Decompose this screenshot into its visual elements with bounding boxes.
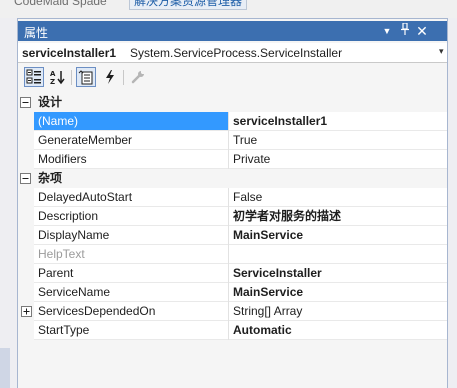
properties-button[interactable] [76, 67, 96, 87]
property-name[interactable]: HelpText [34, 245, 228, 264]
property-row-parent[interactable]: Parent ServiceInstaller [18, 264, 447, 283]
property-row-modifiers[interactable]: Modifiers Private [18, 150, 447, 169]
property-row-servicename[interactable]: ServiceName MainService [18, 283, 447, 302]
property-row-displayname[interactable]: DisplayName MainService [18, 226, 447, 245]
selected-object-type: System.ServiceProcess.ServiceInstaller [130, 46, 343, 60]
property-name[interactable]: ServicesDependedOn [34, 302, 228, 321]
right-dock-gutter [448, 18, 457, 388]
property-row-helptext[interactable]: HelpText [18, 245, 447, 264]
object-selector-combobox[interactable]: serviceInstaller1 System.ServiceProcess.… [18, 43, 447, 63]
property-value[interactable]: serviceInstaller1 [229, 112, 447, 131]
row-gutter [18, 245, 34, 264]
property-row-delayedautostart[interactable]: DelayedAutoStart False [18, 188, 447, 207]
pin-icon[interactable] [398, 22, 412, 39]
properties-icon [78, 70, 93, 85]
left-dock-tab[interactable] [0, 348, 10, 388]
property-name[interactable]: (Name) [34, 112, 228, 131]
close-icon[interactable]: ✕ [415, 23, 429, 39]
category-label: 设计 [38, 95, 63, 109]
wrench-icon [131, 71, 144, 84]
property-row-servicesdependedon[interactable]: ServicesDependedOn String[] Array [18, 302, 447, 321]
property-row-generatemember[interactable]: GenerateMember True [18, 131, 447, 150]
expand-icon[interactable] [21, 306, 32, 317]
category-design[interactable]: 设计 [18, 93, 447, 112]
window-position-dropdown-icon[interactable]: ▼ [380, 23, 394, 39]
toolbar-separator [71, 70, 72, 85]
property-value[interactable]: MainService [229, 283, 447, 302]
property-row-name[interactable]: (Name) serviceInstaller1 [18, 112, 447, 131]
row-gutter [18, 188, 34, 207]
row-gutter [18, 321, 34, 340]
category-label: 杂项 [38, 171, 63, 185]
chevron-down-icon[interactable]: ▾ [439, 46, 444, 57]
property-name[interactable]: Description [34, 207, 228, 226]
svg-text:A: A [50, 70, 56, 78]
property-name[interactable]: DelayedAutoStart [34, 188, 228, 207]
property-name[interactable]: GenerateMember [34, 131, 228, 150]
collapse-icon[interactable] [20, 97, 31, 108]
property-value[interactable]: String[] Array [229, 302, 447, 321]
property-row-starttype[interactable]: StartType Automatic [18, 321, 447, 340]
document-tab-strip: CodeMaid Spade 解决方案资源管理器 [0, 0, 457, 18]
property-value[interactable]: Automatic [229, 321, 447, 340]
description-area [18, 348, 447, 388]
property-value[interactable]: MainService [229, 226, 447, 245]
toolbar-separator [123, 70, 124, 85]
collapse-icon[interactable] [20, 173, 31, 184]
property-value[interactable]: True [229, 131, 447, 150]
property-value[interactable]: False [229, 188, 447, 207]
tab-codemaid-spade[interactable]: CodeMaid Spade [10, 0, 111, 10]
svg-text:Z: Z [50, 78, 55, 85]
property-pages-button[interactable] [128, 67, 148, 87]
row-gutter [18, 283, 34, 302]
categorized-icon [26, 69, 41, 84]
property-value[interactable]: 初学者对服务的描述 [229, 207, 447, 226]
category-misc[interactable]: 杂项 [18, 169, 447, 188]
alphabetical-sort-icon: A Z [50, 70, 65, 85]
properties-window: 属性 ▼ ✕ serviceInstaller1 System.ServiceP… [17, 18, 448, 388]
categorized-button[interactable] [24, 67, 44, 87]
property-name[interactable]: Modifiers [34, 150, 228, 169]
property-value[interactable]: ServiceInstaller [229, 264, 447, 283]
events-lightning-icon [106, 70, 114, 84]
property-row-description[interactable]: Description 初学者对服务的描述 [18, 207, 447, 226]
row-gutter [18, 207, 34, 226]
properties-title-bar[interactable]: 属性 ▼ ✕ [18, 21, 447, 41]
property-name[interactable]: ServiceName [34, 283, 228, 302]
left-dock-gutter [0, 18, 17, 388]
property-value [229, 245, 447, 264]
property-grid: 设计 (Name) serviceInstaller1 GenerateMemb… [18, 93, 447, 340]
tab-solution-explorer[interactable]: 解决方案资源管理器 [129, 0, 248, 10]
property-name[interactable]: StartType [34, 321, 228, 340]
row-gutter [18, 150, 34, 169]
alphabetical-button[interactable]: A Z [48, 67, 68, 87]
property-value[interactable]: Private [229, 150, 447, 169]
property-name[interactable]: DisplayName [34, 226, 228, 245]
properties-title: 属性 [24, 26, 49, 40]
row-gutter [18, 302, 34, 321]
events-button[interactable] [100, 67, 120, 87]
property-name[interactable]: Parent [34, 264, 228, 283]
row-gutter [18, 131, 34, 150]
properties-toolbar: A Z [18, 65, 447, 91]
selected-object-name: serviceInstaller1 [22, 46, 117, 60]
row-gutter [18, 226, 34, 245]
row-gutter [18, 112, 34, 131]
row-gutter [18, 264, 34, 283]
